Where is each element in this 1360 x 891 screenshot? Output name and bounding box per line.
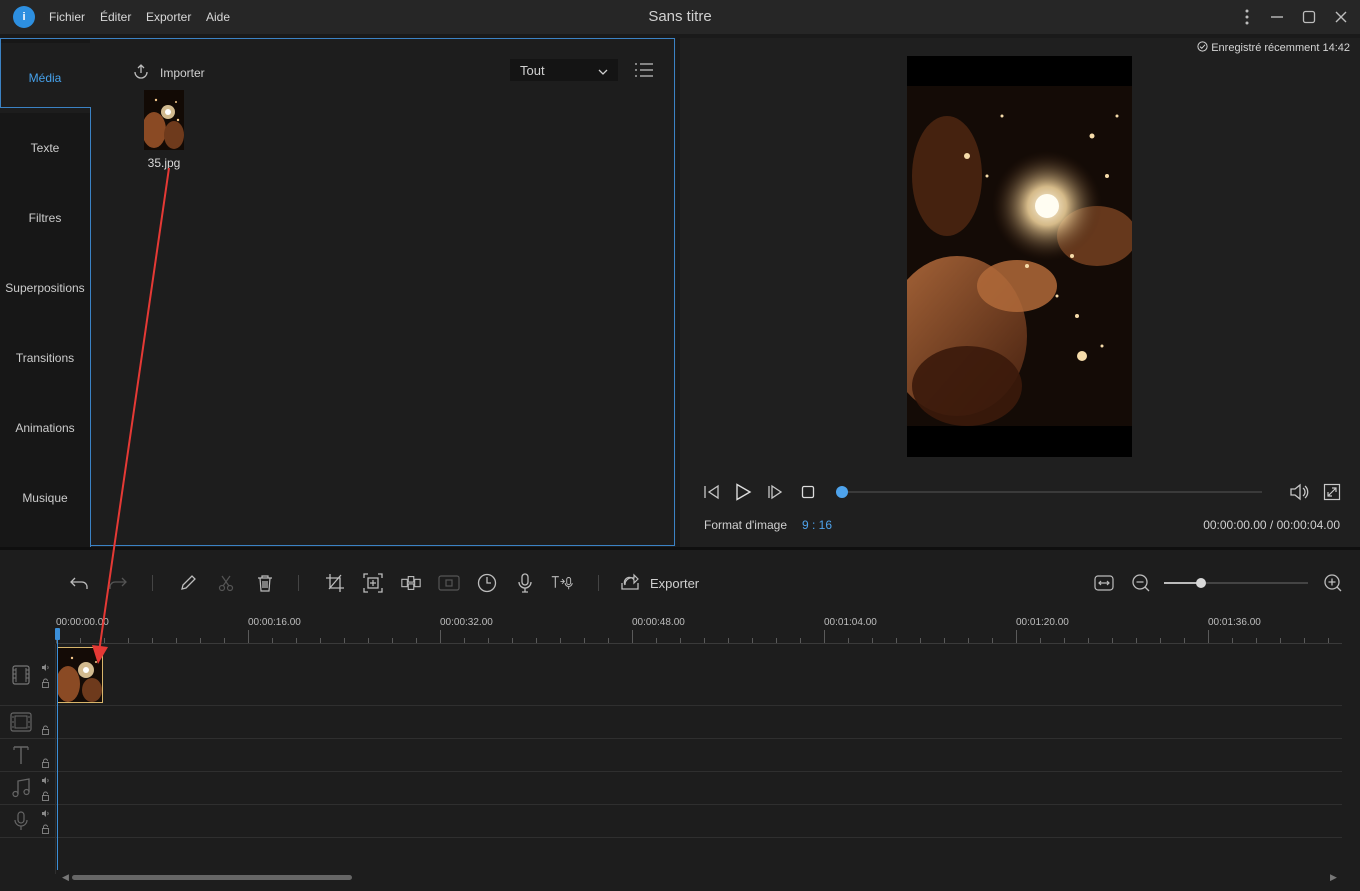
saved-status: Enregistré récemment 14:42 [1197, 41, 1350, 55]
ruler-label: 00:00:16.00 [248, 617, 301, 628]
scroll-right-arrow[interactable]: ▶ [1330, 872, 1337, 883]
playback-progress-knob[interactable] [836, 486, 848, 498]
lock-icon[interactable] [40, 791, 50, 801]
ruler-label: 00:01:04.00 [824, 617, 877, 628]
media-tab-border [0, 38, 91, 108]
lock-icon[interactable] [40, 824, 50, 834]
crop-icon[interactable] [324, 572, 346, 594]
tab-music[interactable]: Musique [0, 463, 90, 533]
ruler-label: 00:00:48.00 [632, 617, 685, 628]
volume-icon[interactable] [1289, 482, 1309, 502]
ruler-label: 00:01:36.00 [1208, 617, 1261, 628]
ruler-label: 00:00:32.00 [440, 617, 493, 628]
previous-frame-button[interactable] [702, 482, 722, 502]
next-frame-button[interactable] [765, 482, 785, 502]
music-track-icon [10, 777, 32, 799]
app-logo: i [13, 6, 35, 28]
lock-icon[interactable] [40, 678, 50, 688]
speaker-icon[interactable] [40, 775, 50, 785]
aspect-ratio-value[interactable]: 9 : 16 [802, 518, 832, 532]
preview-canvas [907, 56, 1132, 457]
menu-exporter[interactable]: Exporter [146, 10, 191, 24]
edit-pencil-icon[interactable] [177, 572, 199, 594]
track-header-divider [55, 644, 56, 874]
title-bar [0, 0, 1360, 34]
export-label: Exporter [650, 575, 700, 591]
scissors-icon[interactable] [215, 572, 237, 594]
close-icon[interactable] [1332, 8, 1350, 26]
media-thumbnail[interactable] [144, 90, 184, 150]
tab-transitions[interactable]: Transitions [0, 323, 90, 393]
speaker-icon[interactable] [40, 808, 50, 818]
menu-fichier[interactable]: Fichier [49, 10, 85, 24]
video-track-icon [10, 664, 32, 686]
text-to-speech-icon[interactable] [551, 572, 573, 594]
ruler-label: 00:01:20.00 [1016, 617, 1069, 628]
media-item-name: 35.jpg [147, 156, 181, 170]
duration-clock-icon[interactable] [476, 572, 498, 594]
saved-status-text: Enregistré récemment 14:42 [1211, 42, 1350, 54]
media-panel-border-left [90, 107, 91, 547]
music-track[interactable] [0, 772, 1342, 805]
text-track[interactable] [0, 739, 1342, 772]
list-view-icon[interactable] [634, 62, 654, 78]
more-options-icon[interactable] [1238, 8, 1256, 26]
fullscreen-icon[interactable] [1322, 482, 1342, 502]
tab-animations[interactable]: Animations [0, 393, 90, 463]
import-icon [132, 63, 150, 83]
lock-icon[interactable] [40, 725, 50, 735]
video-clip[interactable] [57, 647, 103, 703]
tab-text[interactable]: Texte [0, 113, 90, 183]
toolbar-separator [152, 575, 153, 591]
menu-aide[interactable]: Aide [206, 10, 230, 24]
overlay-track[interactable] [0, 706, 1342, 739]
aspect-ratio-label: Format d'image [704, 518, 787, 532]
freeze-frame-icon[interactable] [438, 572, 460, 594]
minimize-icon[interactable] [1268, 8, 1286, 26]
playhead-handle[interactable] [55, 628, 60, 640]
speaker-icon[interactable] [40, 662, 50, 672]
media-filter-select[interactable]: Tout [510, 59, 618, 81]
text-track-icon [10, 744, 32, 766]
toolbar-separator [598, 575, 599, 591]
fit-timeline-icon[interactable] [1093, 572, 1115, 594]
menu-editer[interactable]: Éditer [100, 10, 131, 24]
export-button[interactable]: Exporter [620, 572, 699, 594]
video-track[interactable] [0, 644, 1342, 706]
trash-icon[interactable] [254, 572, 276, 594]
playback-progress-track[interactable] [842, 491, 1262, 493]
toolbar-separator [298, 575, 299, 591]
tab-filters[interactable]: Filtres [0, 183, 90, 253]
import-label: Importer [160, 66, 205, 80]
time-readout: 00:00:00.00 / 00:00:04.00 [1203, 518, 1340, 532]
zoom-out-icon[interactable] [1130, 572, 1152, 594]
zoom-frame-icon[interactable] [362, 572, 384, 594]
lock-icon[interactable] [40, 758, 50, 768]
tab-overlays[interactable]: Superpositions [0, 253, 90, 323]
playhead[interactable] [57, 628, 58, 870]
play-button[interactable] [733, 482, 753, 502]
chevron-down-icon [598, 63, 608, 78]
undo-icon[interactable] [68, 572, 90, 594]
microphone-icon[interactable] [514, 572, 536, 594]
redo-icon[interactable] [107, 572, 129, 594]
stop-button[interactable] [798, 482, 818, 502]
ruler-label: 00:00:00.00 [56, 617, 109, 628]
voice-track-icon [10, 810, 32, 832]
zoom-in-icon[interactable] [1322, 572, 1344, 594]
overlay-track-icon [10, 711, 32, 733]
timeline-scrollbar[interactable] [72, 875, 352, 880]
voice-track[interactable] [0, 805, 1342, 838]
scroll-left-arrow[interactable]: ◀ [62, 872, 69, 883]
export-icon [620, 573, 640, 594]
mosaic-icon[interactable] [400, 572, 422, 594]
maximize-icon[interactable] [1300, 8, 1318, 26]
import-button[interactable]: Importer [132, 63, 205, 83]
media-filter-value: Tout [520, 62, 545, 78]
check-circle-icon [1197, 41, 1208, 55]
